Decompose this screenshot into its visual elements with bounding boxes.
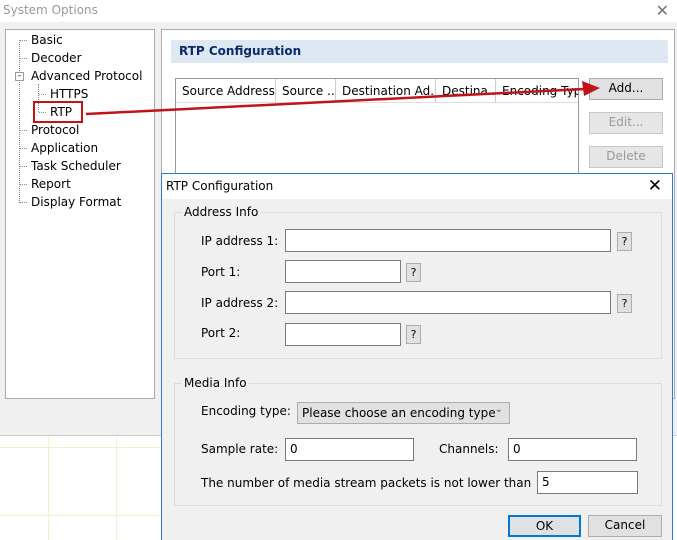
rtp-configuration-dialog: RTP Configuration ✕ Address Info IP addr… — [161, 173, 673, 540]
tree-item-application[interactable]: Application — [31, 141, 98, 155]
help-button[interactable]: ? — [406, 325, 421, 344]
address-info-group: Address Info IP address 1: ? Port 1: ? I… — [174, 205, 662, 359]
dialog-title: RTP Configuration — [166, 179, 274, 193]
delete-button[interactable]: Delete — [589, 146, 663, 168]
column-header[interactable]: Source ... — [276, 79, 336, 103]
help-button[interactable]: ? — [617, 232, 632, 251]
group-label: Address Info — [182, 205, 261, 219]
group-label: Media Info — [182, 376, 249, 390]
cancel-button[interactable]: Cancel — [588, 515, 662, 537]
ok-button[interactable]: OK — [508, 515, 581, 537]
tree-item-advanced-protocol[interactable]: Advanced Protocol — [31, 69, 142, 83]
background-grid — [0, 435, 161, 540]
tree-item-report[interactable]: Report — [31, 177, 71, 191]
channels-label: Channels: — [439, 442, 499, 456]
sample-rate-label: Sample rate: — [201, 442, 279, 456]
tree-item-decoder[interactable]: Decoder — [31, 51, 82, 65]
tree-item-display-format[interactable]: Display Format — [31, 195, 121, 209]
column-header[interactable]: Encoding Typ — [496, 79, 578, 103]
rtp-highlight-box — [33, 101, 83, 123]
options-tree: - Basic Decoder Advanced Protocol HTTPS … — [5, 29, 155, 399]
window-title: System Options — [3, 3, 98, 17]
close-icon[interactable]: ✕ — [648, 176, 662, 196]
port2-label: Port 2: — [201, 326, 241, 340]
ip-address-1-input[interactable] — [285, 229, 611, 252]
chevron-down-icon: ⌄ — [494, 404, 503, 415]
close-icon[interactable]: ✕ — [656, 1, 669, 20]
tree-item-protocol[interactable]: Protocol — [31, 123, 79, 137]
ip2-label: IP address 2: — [201, 296, 279, 310]
sample-rate-input[interactable]: 0 — [285, 438, 414, 461]
tree-item-basic[interactable]: Basic — [31, 33, 63, 47]
tree-item-task-scheduler[interactable]: Task Scheduler — [31, 159, 121, 173]
port-2-input[interactable] — [285, 323, 401, 346]
help-button[interactable]: ? — [406, 263, 421, 282]
title-bar: System Options ✕ — [0, 0, 677, 22]
dialog-title-bar: RTP Configuration ✕ — [162, 174, 672, 199]
port-1-input[interactable] — [285, 260, 401, 283]
encoding-type-select[interactable]: Please choose an encoding type ⌄ — [297, 402, 510, 424]
add-button[interactable]: Add... — [589, 78, 663, 100]
min-packets-input[interactable]: 5 — [537, 471, 638, 494]
ip-address-2-input[interactable] — [285, 291, 611, 314]
tree-item-https[interactable]: HTTPS — [50, 87, 88, 101]
panel-header: RTP Configuration — [171, 40, 668, 63]
encoding-type-label: Encoding type: — [201, 404, 291, 418]
media-info-group: Media Info Encoding type: Please choose … — [174, 376, 662, 506]
column-header[interactable]: Source Address — [176, 79, 276, 103]
edit-button[interactable]: Edit... — [589, 112, 663, 134]
column-header[interactable]: Destina... — [436, 79, 496, 103]
selected-value: Please choose an encoding type — [302, 406, 496, 420]
column-header[interactable]: Destination Ad... — [336, 79, 436, 103]
port1-label: Port 1: — [201, 265, 241, 279]
help-button[interactable]: ? — [617, 294, 632, 313]
channels-input[interactable]: 0 — [508, 438, 637, 461]
rtp-table[interactable]: Source Address Source ... Destination Ad… — [175, 78, 579, 178]
collapse-icon[interactable]: - — [15, 72, 24, 81]
ip1-label: IP address 1: — [201, 234, 279, 248]
packets-label: The number of media stream packets is no… — [201, 476, 532, 490]
